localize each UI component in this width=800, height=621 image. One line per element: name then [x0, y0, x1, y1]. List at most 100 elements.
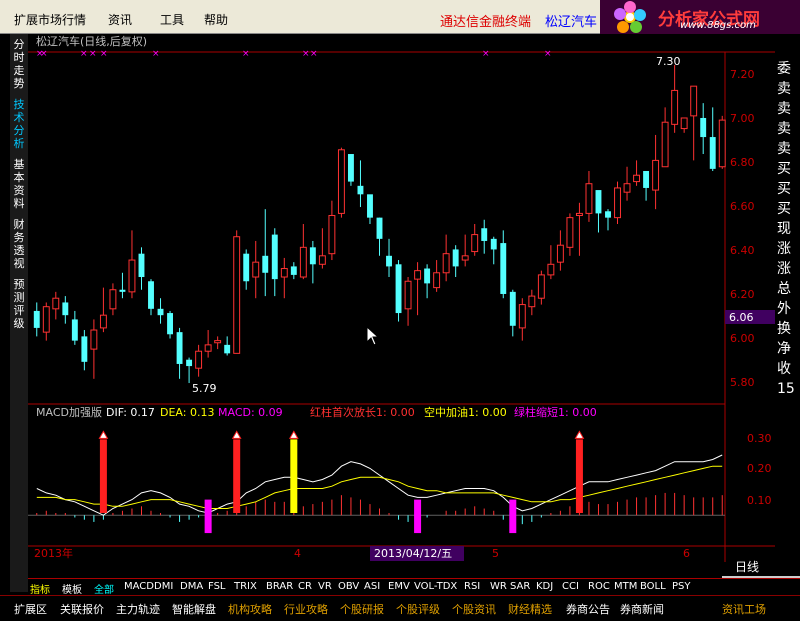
candle-body-down — [490, 238, 497, 250]
status-item[interactable]: 个股资讯 — [452, 601, 496, 617]
tab-vol-tdx[interactable]: VOL-TDX — [414, 581, 457, 592]
status-item[interactable]: 券商公告 — [566, 601, 610, 617]
tab-fsl[interactable]: FSL — [208, 581, 226, 592]
macd-dea-label: DEA: 0.13 — [160, 406, 214, 419]
candle-body-up — [433, 272, 441, 289]
tab-all[interactable]: 全部 — [94, 581, 114, 596]
tab-basic-info[interactable]: 基本资料 — [10, 158, 28, 210]
candle-body-down — [176, 332, 183, 364]
candle-body-up — [575, 212, 583, 217]
tab-technical[interactable]: 技术分析 — [10, 98, 28, 150]
tab-boll[interactable]: BOLL — [640, 581, 666, 592]
menu-item-news[interactable]: 资讯 — [108, 11, 132, 28]
candle-body-up — [671, 89, 679, 125]
candle-body-up — [318, 255, 326, 265]
quote-label: 买 — [777, 161, 791, 177]
candle-body-down — [509, 291, 516, 326]
candle-body-down — [271, 234, 278, 280]
low-annotation: 5.79 — [192, 382, 217, 395]
date-label: 6 — [683, 547, 690, 560]
tab-sar[interactable]: SAR — [510, 581, 530, 592]
tab-wr[interactable]: WR — [490, 581, 507, 592]
signal-marker-icon: × — [482, 49, 490, 59]
status-item[interactable]: 个股评级 — [396, 601, 440, 617]
brand-name: 通达信金融终端 — [440, 15, 532, 30]
candle-body-down — [376, 217, 383, 239]
quote-label: 卖 — [777, 141, 791, 157]
menu-item-help[interactable]: 帮助 — [204, 11, 228, 28]
status-item[interactable]: 机构攻略 — [228, 601, 272, 617]
menu-item-tools[interactable]: 工具 — [160, 11, 184, 28]
tab-brar[interactable]: BRAR — [266, 581, 293, 592]
status-item[interactable]: 行业攻略 — [284, 601, 328, 617]
candle-body-up — [195, 350, 203, 369]
signal-marker-icon: × — [544, 49, 552, 59]
macd-value-label: MACD: 0.09 — [218, 406, 283, 419]
candle-body-down — [367, 194, 373, 218]
status-item[interactable]: 券商新闻 — [620, 601, 664, 617]
tab-timeshare[interactable]: 分时走势 — [10, 38, 28, 90]
tab-dma[interactable]: DMA — [180, 581, 203, 592]
signal-bar — [509, 499, 517, 534]
candle-body-down — [357, 185, 364, 195]
tab-templates[interactable]: 模板 — [62, 581, 82, 596]
candle-body-down — [709, 137, 716, 169]
tab-emv[interactable]: EMV — [388, 581, 410, 592]
candle-body-up — [442, 253, 450, 274]
green-shrink-label: 绿柱缩短1: 0.00 — [514, 405, 597, 419]
quote-label: 买 — [777, 181, 791, 197]
candle-body-up — [90, 329, 98, 350]
macd-tick: 0.10 — [747, 494, 772, 507]
quote-label: 净 — [777, 341, 791, 357]
quote-label: 买 — [777, 201, 791, 217]
candle-body-down — [243, 253, 250, 282]
tab-cr[interactable]: CR — [298, 581, 312, 592]
status-item[interactable]: 个股研报 — [340, 601, 384, 617]
tab-mtm[interactable]: MTM — [614, 581, 637, 592]
tab-cci[interactable]: CCI — [562, 581, 579, 592]
macd-tick: 0.20 — [747, 462, 772, 475]
tab-asi[interactable]: ASI — [364, 581, 380, 592]
tab-trix[interactable]: TRIX — [234, 581, 257, 592]
candle-body-up — [204, 344, 212, 352]
high-annotation: 7.30 — [656, 55, 681, 68]
tab-vr[interactable]: VR — [318, 581, 332, 592]
tab-obv[interactable]: OBV — [338, 581, 359, 592]
quote-label: 卖 — [777, 81, 791, 97]
status-item[interactable]: 资讯工场 — [722, 601, 766, 617]
candle-body-up — [280, 268, 288, 278]
chart-title: 松辽汽车(日线,后复权) — [36, 34, 147, 48]
status-item[interactable]: 财经精选 — [508, 601, 552, 617]
menu-item-ext-market[interactable]: 扩展市场行情 — [14, 11, 86, 28]
candle-body-up — [252, 261, 260, 278]
status-item[interactable]: 扩展区 — [14, 601, 47, 617]
tab-rsi[interactable]: RSI — [464, 581, 480, 592]
red-first-label: 红柱首次放长1: 0.00 — [310, 405, 415, 419]
status-item[interactable]: 主力轨迹 — [116, 601, 160, 617]
status-item[interactable]: 智能解盘 — [172, 601, 216, 617]
chart-background — [28, 34, 775, 578]
tab-macd[interactable]: MACD — [124, 581, 154, 592]
tab-indicators[interactable]: 指标 — [30, 581, 50, 596]
candle-body-up — [614, 187, 621, 219]
quote-label: 涨 — [777, 241, 791, 257]
chart-area[interactable]: ×× × × × × × × × × × 松辽汽车(日线,后复权) 7.20 7.00 6.80 … — [28, 34, 775, 578]
tab-forecast[interactable]: 预测评级 — [10, 278, 28, 330]
candle-body-up — [718, 119, 726, 168]
tab-roc[interactable]: ROC — [588, 581, 610, 592]
grid — [28, 34, 775, 578]
tab-psy[interactable]: PSY — [672, 581, 691, 592]
candle-body-up — [528, 295, 536, 308]
status-item[interactable]: 关联报价 — [60, 601, 104, 617]
candle-body-up — [661, 121, 669, 168]
candle-body-up — [690, 85, 698, 117]
candle-body-up — [680, 117, 688, 130]
logo: 分析家公式网 www.88gs.com — [600, 0, 800, 34]
tab-kdj[interactable]: KDJ — [536, 581, 553, 592]
macd-dif-label: DIF: 0.17 — [106, 406, 155, 419]
tab-dmi[interactable]: DMI — [154, 581, 173, 592]
tab-finance[interactable]: 财务透视 — [10, 218, 28, 270]
price-tick: 7.20 — [730, 68, 755, 81]
current-price-label: 6.06 — [729, 311, 754, 324]
candle-body-down — [62, 302, 69, 316]
